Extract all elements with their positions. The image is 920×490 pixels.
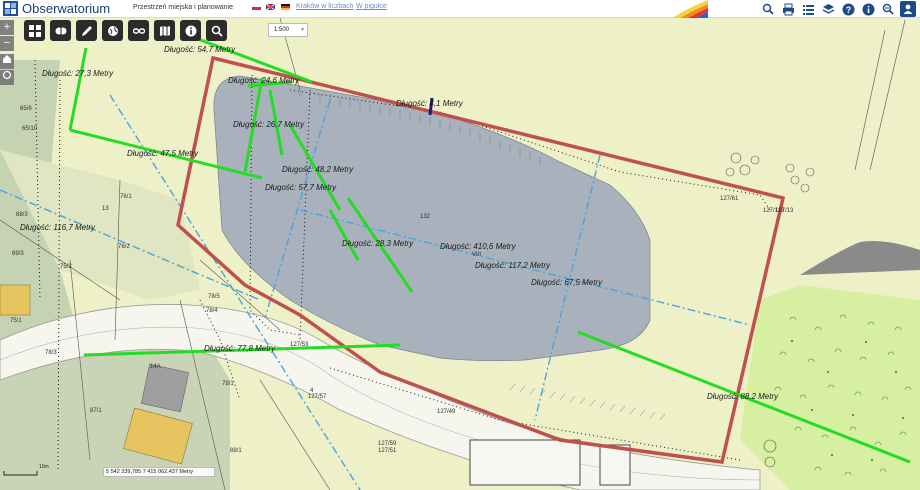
grid-icon xyxy=(28,24,41,37)
flag-pl-icon[interactable] xyxy=(252,4,261,10)
scale-value: 1:500 xyxy=(274,27,290,33)
measure-label: Długość: 26,7 Metry xyxy=(233,120,305,129)
svg-text:127/59: 127/59 xyxy=(378,441,397,447)
bell-icon[interactable] xyxy=(760,1,776,17)
measure-label: Długość: 77,8 Metry xyxy=(204,344,276,353)
coordinates-readout: 5 542 339,785 7 415 062,437 Metry xyxy=(103,467,215,477)
svg-text:?: ? xyxy=(845,5,851,15)
search-map-icon[interactable] xyxy=(880,1,896,17)
scalebar: 10m xyxy=(3,464,55,476)
flag-en-icon[interactable] xyxy=(266,4,275,10)
help-icon[interactable]: ? xyxy=(840,1,856,17)
grid-button[interactable] xyxy=(24,20,45,41)
brain-button[interactable] xyxy=(50,20,71,41)
info-icon[interactable] xyxy=(860,1,876,17)
svg-text:127/61: 127/61 xyxy=(720,196,739,202)
globe-button[interactable] xyxy=(102,20,123,41)
measure-label: Długość: 47,5 Metry xyxy=(127,149,199,158)
grass-area xyxy=(740,285,920,490)
measure-label: Długość: 57,7 Metry xyxy=(265,183,337,192)
search-icon xyxy=(211,25,223,37)
extent-button[interactable] xyxy=(0,70,14,85)
svg-text:76/2: 76/2 xyxy=(118,244,130,250)
chevron-down-icon: ▼ xyxy=(300,27,305,33)
measure-label: Długość: 410,6 Metry xyxy=(440,242,517,251)
measure-label: Długość: 27,3 Metry xyxy=(42,69,114,78)
svg-text:69/3: 69/3 xyxy=(12,251,24,257)
measure-label: Długość: 54,7 Metry xyxy=(164,45,236,54)
svg-text:127/53: 127/53 xyxy=(290,342,309,348)
building-outline xyxy=(469,439,581,486)
info-button[interactable] xyxy=(180,20,201,41)
svg-text:65/8: 65/8 xyxy=(20,106,32,112)
brain-icon xyxy=(55,26,66,35)
svg-text:VIII: VIII xyxy=(472,252,481,258)
measure-label: Długość: 116,7 Metry xyxy=(20,223,96,232)
svg-text:75/2: 75/2 xyxy=(60,264,72,270)
building-yellow-left xyxy=(0,284,31,316)
globe-icon xyxy=(107,25,118,36)
svg-text:78/1: 78/1 xyxy=(222,381,234,387)
map-icon xyxy=(159,25,170,36)
coordinates-text: 5 542 339,785 7 415 062,437 Metry xyxy=(106,469,194,475)
measure-label: Długość: 117,2 Metry xyxy=(475,261,551,270)
measure-label: Długość: 48,2 Metry xyxy=(282,165,354,174)
scalebar-label: 10m xyxy=(39,464,49,470)
svg-text:87/1: 87/1 xyxy=(90,408,102,414)
logo-icon[interactable] xyxy=(3,1,18,16)
zoom-out-button[interactable]: − xyxy=(0,36,14,51)
svg-text:14A: 14A xyxy=(150,364,161,370)
measure-label: Długość: 88,2 Metry xyxy=(707,392,779,401)
app-subtitle: Przestrzeń miejska i planowanie xyxy=(133,4,233,11)
flag-de-icon[interactable] xyxy=(281,4,290,10)
map-button[interactable] xyxy=(154,20,175,41)
svg-text:68/3: 68/3 xyxy=(16,212,28,218)
print-icon[interactable] xyxy=(780,1,796,17)
scalebar-graphic xyxy=(3,471,38,476)
link-w-pigulce[interactable]: W pigułce xyxy=(356,3,387,10)
search-button[interactable] xyxy=(206,20,227,41)
link-krakow-w-liczbach[interactable]: Kraków w liczbach xyxy=(296,3,354,10)
scale-select[interactable]: 1:500 ▼ xyxy=(268,23,308,37)
svg-text:127/51: 127/51 xyxy=(378,448,397,454)
svg-text:127/49: 127/49 xyxy=(437,409,456,415)
rainbow-decoration xyxy=(672,0,708,18)
layers-list-icon[interactable] xyxy=(800,1,816,17)
measure-label: Długość: 67,5 Metry xyxy=(531,278,603,287)
info-icon xyxy=(185,25,196,36)
home-icon xyxy=(3,55,11,63)
measure-label: Długość: 24,6 Metry xyxy=(228,76,300,85)
map-canvas[interactable]: Długość: 54,7 Metry Długość: 27,3 Metry … xyxy=(0,18,920,490)
zoom-controls: + − xyxy=(0,20,14,86)
edit-button[interactable] xyxy=(76,20,97,41)
home-button[interactable] xyxy=(0,54,14,69)
zoom-in-button[interactable]: + xyxy=(0,20,14,35)
svg-text:78/5: 78/5 xyxy=(208,294,220,300)
measure-label: Długość: 4,1 Metry xyxy=(396,99,464,108)
edit-icon xyxy=(81,25,92,36)
svg-text:76/1: 76/1 xyxy=(120,194,132,200)
link-button[interactable] xyxy=(128,20,149,41)
svg-text:78/4: 78/4 xyxy=(206,308,218,314)
user-icon[interactable] xyxy=(900,1,916,17)
app-title[interactable]: Obserwatorium xyxy=(22,0,110,17)
compass-icon xyxy=(2,70,12,80)
map-toolbar xyxy=(24,20,227,41)
svg-text:78/3: 78/3 xyxy=(45,350,57,356)
svg-text:65/10: 65/10 xyxy=(22,126,38,132)
svg-text:127/13: 127/13 xyxy=(775,208,794,214)
building xyxy=(140,363,190,413)
svg-text:132: 132 xyxy=(420,214,431,220)
measure-label: Długość: 28,3 Metry xyxy=(342,239,414,248)
top-header: Obserwatorium Przestrzeń miejska i plano… xyxy=(0,0,920,18)
layers-icon[interactable] xyxy=(820,1,836,17)
svg-text:88/1: 88/1 xyxy=(230,448,242,454)
svg-text:75/1: 75/1 xyxy=(10,318,22,324)
svg-text:127/57: 127/57 xyxy=(308,394,327,400)
svg-text:13: 13 xyxy=(102,206,109,212)
link-icon xyxy=(132,27,145,34)
